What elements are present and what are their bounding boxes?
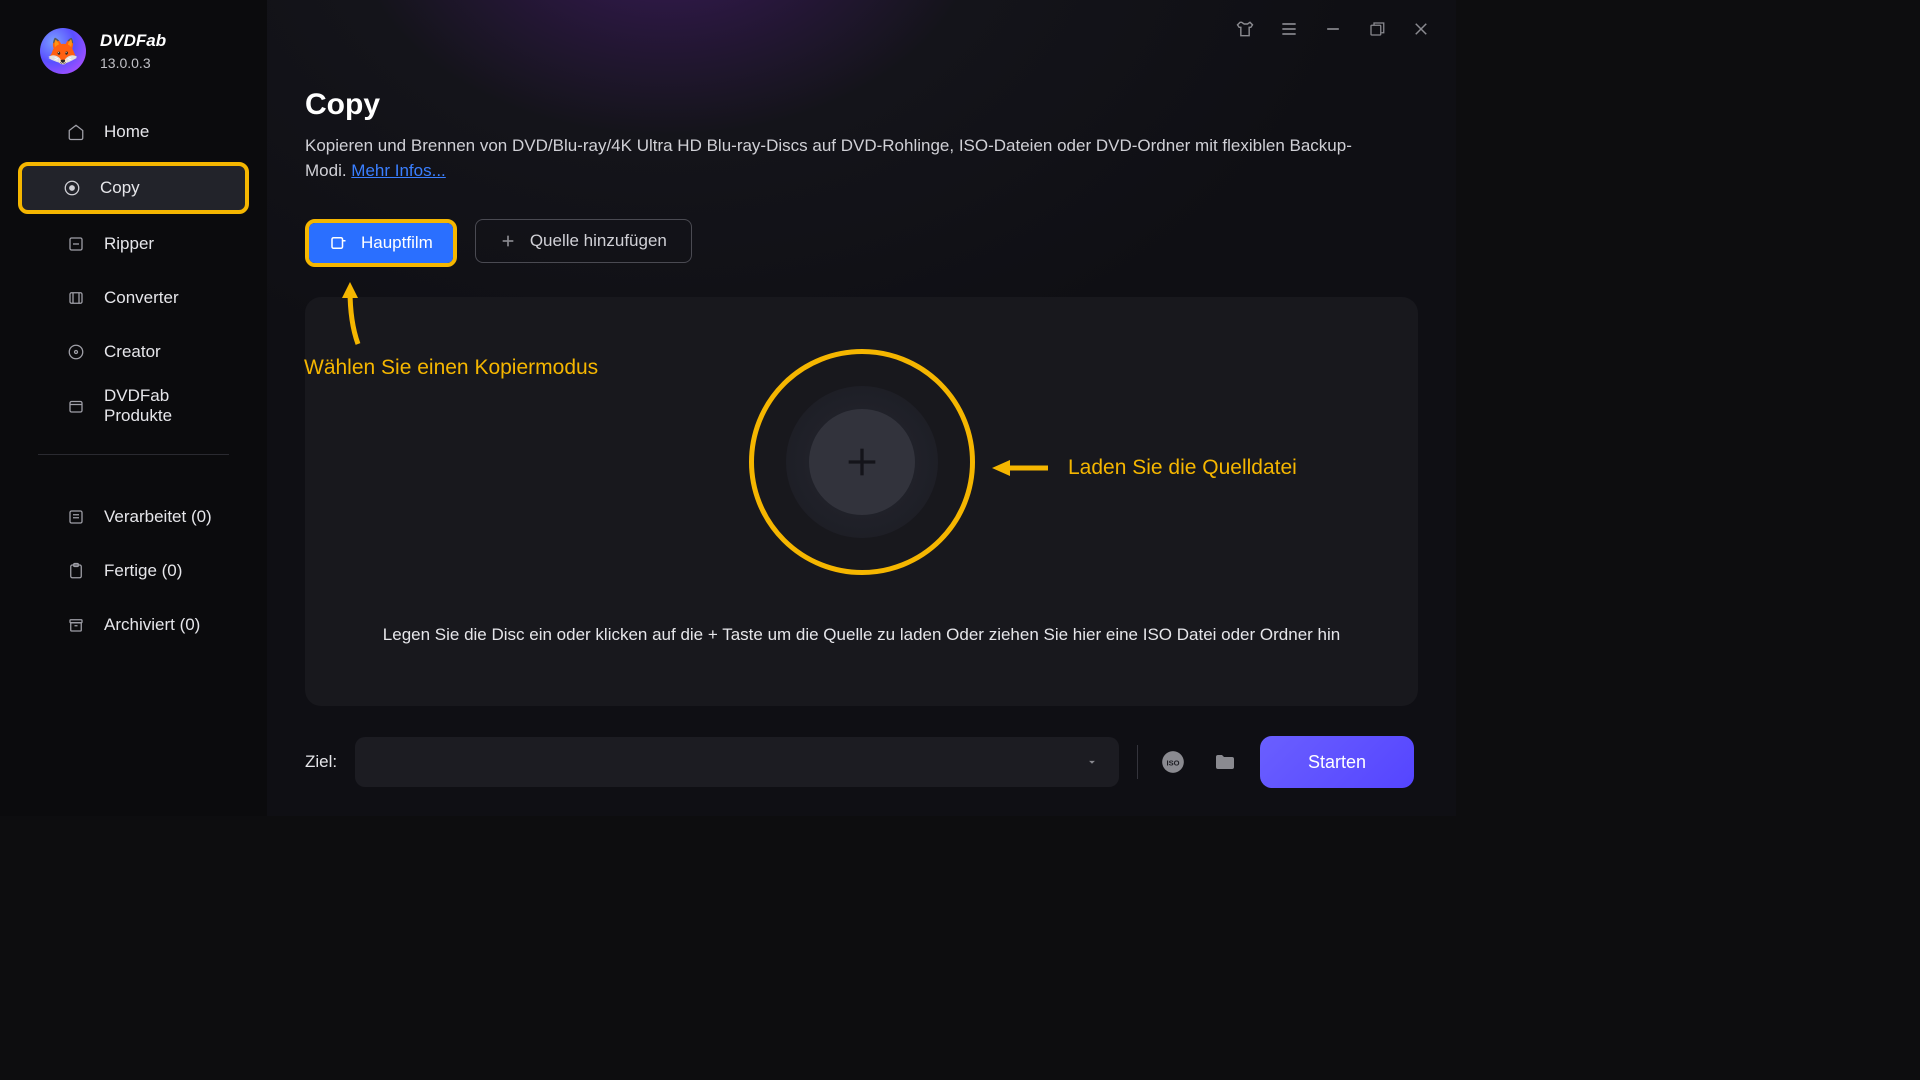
sidebar-item-label: Converter xyxy=(104,288,179,308)
sidebar-item-creator[interactable]: Creator xyxy=(22,328,245,376)
add-circle-highlight xyxy=(749,349,975,575)
sidebar-item-label: Archiviert (0) xyxy=(104,615,200,635)
main-content: Copy Kopieren und Brennen von DVD/Blu-ra… xyxy=(267,0,1456,816)
menu-icon[interactable] xyxy=(1278,18,1300,40)
nav-status: Verarbeitet (0) Fertige (0) Archiviert (… xyxy=(0,491,267,651)
dest-label: Ziel: xyxy=(305,752,337,772)
chevron-down-icon xyxy=(1085,755,1099,769)
sidebar-item-processed[interactable]: Verarbeitet (0) xyxy=(22,493,245,541)
footer: Ziel: ISO Starten xyxy=(305,736,1418,788)
close-icon[interactable] xyxy=(1410,18,1432,40)
page-description: Kopieren und Brennen von DVD/Blu-ray/4K … xyxy=(305,134,1365,183)
sidebar-item-converter[interactable]: Converter xyxy=(22,274,245,322)
sidebar-item-home[interactable]: Home xyxy=(22,108,245,156)
add-circle-outer xyxy=(786,386,938,538)
archive-icon xyxy=(66,615,86,635)
sidebar-item-products[interactable]: DVDFab Produkte xyxy=(22,382,245,430)
nav-primary: Home Copy Ripper Converter Creator DVDFa… xyxy=(0,106,267,432)
annotation-arrow-load-icon xyxy=(992,454,1048,482)
clipboard-icon xyxy=(66,561,86,581)
brand-name: DVDFab xyxy=(100,31,166,51)
add-source-circle-button[interactable] xyxy=(809,409,915,515)
start-button[interactable]: Starten xyxy=(1260,736,1414,788)
action-row: Hauptfilm Quelle hinzufügen xyxy=(305,219,1418,267)
sidebar-item-label: Home xyxy=(104,122,149,142)
destination-select[interactable] xyxy=(355,737,1119,787)
creator-icon xyxy=(66,342,86,362)
sidebar-item-label: Fertige (0) xyxy=(104,561,182,581)
page-description-text: Kopieren und Brennen von DVD/Blu-ray/4K … xyxy=(305,136,1352,180)
mode-icon xyxy=(329,234,347,252)
maximize-icon[interactable] xyxy=(1366,18,1388,40)
sidebar-item-label: Creator xyxy=(104,342,161,362)
iso-button[interactable]: ISO xyxy=(1156,745,1190,779)
sidebar-item-finished[interactable]: Fertige (0) xyxy=(22,547,245,595)
annotation-arrow-mode-icon xyxy=(330,282,380,362)
folder-button[interactable] xyxy=(1208,745,1242,779)
add-source-label: Quelle hinzufügen xyxy=(530,231,667,251)
mode-label: Hauptfilm xyxy=(361,233,433,253)
copy-mode-button[interactable]: Hauptfilm xyxy=(309,223,453,263)
converter-icon xyxy=(66,288,86,308)
add-source-button[interactable]: Quelle hinzufügen xyxy=(475,219,692,263)
brand-version: 13.0.0.3 xyxy=(100,55,166,71)
page-title: Copy xyxy=(305,88,1418,122)
logo-icon: 🦊 xyxy=(40,28,86,74)
disc-copy-icon xyxy=(62,178,82,198)
mode-button-highlight: Hauptfilm xyxy=(305,219,457,267)
shirt-icon[interactable] xyxy=(1234,18,1256,40)
minimize-icon[interactable] xyxy=(1322,18,1344,40)
sidebar-item-label: DVDFab Produkte xyxy=(104,386,217,426)
sidebar-item-copy[interactable]: Copy xyxy=(18,162,249,214)
list-icon xyxy=(66,507,86,527)
sidebar: 🦊 DVDFab 13.0.0.3 Home Copy Ripper Conve… xyxy=(0,0,267,816)
sidebar-item-archived[interactable]: Archiviert (0) xyxy=(22,601,245,649)
sidebar-item-label: Ripper xyxy=(104,234,154,254)
products-icon xyxy=(66,396,86,416)
sidebar-item-ripper[interactable]: Ripper xyxy=(22,220,245,268)
home-icon xyxy=(66,122,86,142)
sidebar-item-label: Verarbeitet (0) xyxy=(104,507,212,527)
footer-separator xyxy=(1137,745,1138,779)
brand: 🦊 DVDFab 13.0.0.3 xyxy=(0,28,267,92)
ripper-icon xyxy=(66,234,86,254)
svg-text:ISO: ISO xyxy=(1166,758,1179,767)
titlebar xyxy=(1210,0,1456,58)
annotation-load-text: Laden Sie die Quelldatei xyxy=(1068,456,1297,480)
annotation-load: Laden Sie die Quelldatei xyxy=(992,454,1297,482)
plus-icon xyxy=(500,233,516,249)
drop-hint: Legen Sie die Disc ein oder klicken auf … xyxy=(383,625,1340,645)
more-info-link[interactable]: Mehr Infos... xyxy=(351,161,445,180)
sidebar-item-label: Copy xyxy=(100,178,140,198)
sidebar-divider xyxy=(38,454,229,455)
